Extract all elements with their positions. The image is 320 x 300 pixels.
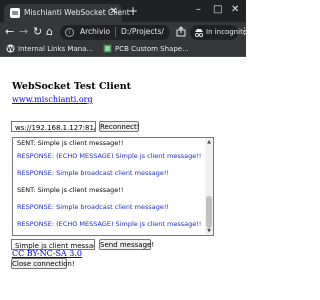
scroll-down-icon[interactable]: ▼ (206, 228, 212, 234)
bookmark-item[interactable]: PCB Custom Shape... (103, 44, 189, 53)
incognito-indicator[interactable]: In incognito (190, 25, 247, 40)
log-scrollbar[interactable]: ▲ ▼ (205, 138, 213, 235)
scrollbar-thumb[interactable] (206, 196, 212, 228)
browser-tab[interactable]: Mischianti WebSocket Client ✕ (4, 4, 130, 22)
pcb-icon (103, 44, 112, 53)
message-log[interactable]: SENT: Simple js client message!! RESPONS… (12, 137, 214, 236)
bookmark-item[interactable]: W Internal Links Mana... (6, 44, 93, 53)
info-icon[interactable]: i (65, 28, 74, 37)
page-content: WebSocket Test Client www.mischianti.org… (0, 57, 246, 300)
server-url-input[interactable]: ws://192.168.1.127:81/ (11, 121, 96, 132)
close-window-icon[interactable]: ✕ (231, 4, 239, 16)
close-tab-icon[interactable]: ✕ (110, 6, 118, 18)
forward-icon[interactable]: → (19, 25, 28, 38)
address-url[interactable]: D:/Projects/ (121, 27, 167, 36)
page-favicon-icon (10, 8, 20, 18)
back-icon[interactable]: ← (5, 25, 14, 38)
site-link[interactable]: www.mischianti.org (12, 95, 93, 104)
svg-text:W: W (7, 46, 14, 53)
tab-bar: Mischianti WebSocket Client ✕ + – □ ✕ (0, 0, 246, 22)
maximize-icon[interactable]: □ (213, 4, 222, 16)
home-icon[interactable]: ⌂ (46, 25, 53, 38)
address-bar[interactable]: i Archivio D:/Projects/ (60, 25, 170, 40)
minimize-icon[interactable]: – (196, 4, 201, 16)
log-line: RESPONSE: (ECHO MESSAGE) Simple js clien… (17, 220, 202, 228)
send-message-button[interactable]: Send message! (99, 239, 154, 250)
new-tab-icon[interactable]: + (128, 5, 138, 17)
log-line: SENT: Simple js client message!! (17, 186, 124, 194)
address-divider (115, 27, 116, 37)
close-connection-button[interactable]: Close connection! (11, 258, 75, 269)
log-line: RESPONSE: Simple broadcast client messag… (17, 169, 170, 177)
wordpress-icon: W (6, 44, 15, 53)
menu-icon[interactable]: ⋮ (240, 26, 249, 38)
bookmark-label: PCB Custom Shape... (115, 45, 189, 53)
address-scheme-label: Archivio (80, 27, 111, 36)
log-line: SENT: Simple js client message!! (17, 139, 124, 147)
browser-toolbar: ← → ↻ ⌂ i Archivio D:/Projects/ In incog… (0, 22, 249, 42)
scroll-up-icon[interactable]: ▲ (206, 139, 212, 145)
log-line: RESPONSE: (ECHO MESSAGE) Simple js clien… (17, 152, 202, 160)
bookmark-label: Internal Links Mana... (18, 45, 94, 53)
bookmarks-bar: W Internal Links Mana... PCB Custom Shap… (0, 42, 246, 57)
log-line: RESPONSE: Simple broadcast client messag… (17, 203, 170, 211)
license-link[interactable]: CC BY-NC-SA 3.0 (12, 249, 82, 258)
reconnect-button[interactable]: Reconnect! (99, 121, 140, 132)
share-icon[interactable] (176, 26, 186, 37)
incognito-icon (194, 29, 204, 37)
page-title: WebSocket Test Client (12, 81, 132, 92)
reload-icon[interactable]: ↻ (33, 25, 42, 38)
